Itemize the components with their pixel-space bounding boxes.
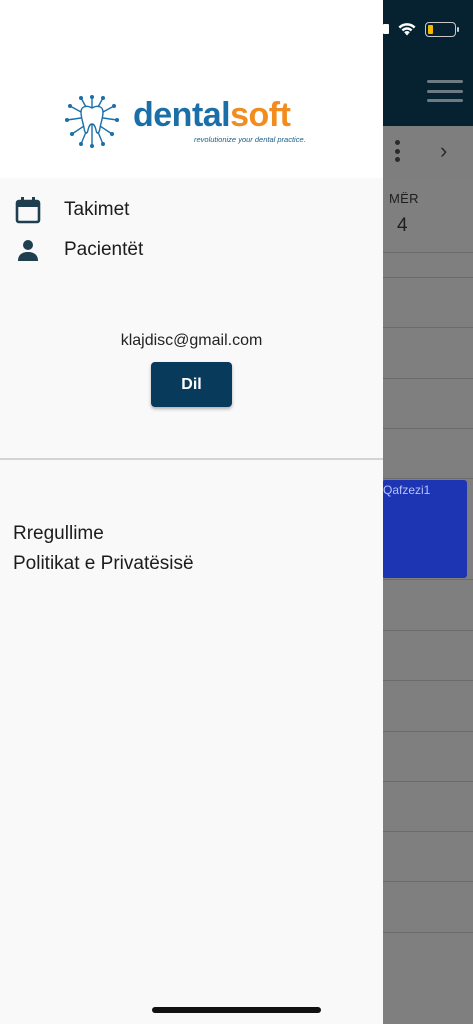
calendar-slot-line	[383, 731, 473, 732]
calendar-slot-line	[383, 252, 473, 253]
more-options-icon[interactable]	[391, 140, 403, 162]
calendar-slot-line	[383, 781, 473, 782]
calendar-slot-line	[383, 478, 473, 479]
calendar-slot-line	[383, 932, 473, 933]
calendar-event-label: Qafzezi1	[383, 483, 431, 497]
nav-label-appointments: Takimet	[64, 199, 130, 220]
privacy-policy-link[interactable]: Politikat e Privatësisë	[13, 553, 194, 575]
chevron-right-icon[interactable]: ›	[440, 140, 447, 162]
battery-icon	[425, 21, 459, 37]
calendar-slot-line	[383, 881, 473, 882]
drawer-header: dentalsoft revolutionize your dental pra…	[0, 0, 383, 178]
nav-item-appointments[interactable]: Takimet	[0, 190, 383, 230]
calendar-slot-line	[383, 630, 473, 631]
nav-item-patients[interactable]: Pacientët	[0, 230, 383, 270]
settings-link[interactable]: Rregullime	[13, 523, 104, 545]
calendar-slot-line	[383, 277, 473, 278]
status-bar-icons	[383, 20, 459, 38]
logo-word-dental: dental	[133, 96, 231, 134]
calendar-icon	[14, 196, 42, 224]
signal-icon	[383, 24, 389, 34]
logo-tagline: revolutionize your dental practice.	[194, 135, 306, 144]
calendar-slot-line	[383, 579, 473, 580]
dentalsoft-logo: dentalsoft revolutionize your dental pra…	[64, 94, 324, 154]
tooth-network-icon	[65, 95, 119, 148]
logout-button[interactable]: Dil	[151, 362, 232, 407]
wifi-icon	[398, 23, 416, 36]
calendar-day-name: MËR	[389, 191, 419, 206]
calendar-slot-line	[383, 680, 473, 681]
nav-label-patients: Pacientët	[64, 239, 144, 260]
calendar-slot-line	[383, 831, 473, 832]
logo-word-soft: soft	[230, 96, 291, 134]
user-email: klajdisc@gmail.com	[120, 332, 263, 349]
calendar-day-number: 4	[397, 215, 408, 236]
drawer-divider	[0, 458, 383, 460]
calendar-slot-line	[383, 428, 473, 429]
calendar-slot-line	[383, 378, 473, 379]
navigation-drawer: dentalsoft revolutionize your dental pra…	[0, 0, 383, 1024]
home-indicator[interactable]	[152, 1007, 321, 1013]
logo-wordmark: dentalsoft	[133, 95, 291, 135]
calendar-slot-line	[383, 327, 473, 328]
person-icon	[14, 236, 42, 264]
hamburger-menu-icon[interactable]	[427, 80, 463, 102]
